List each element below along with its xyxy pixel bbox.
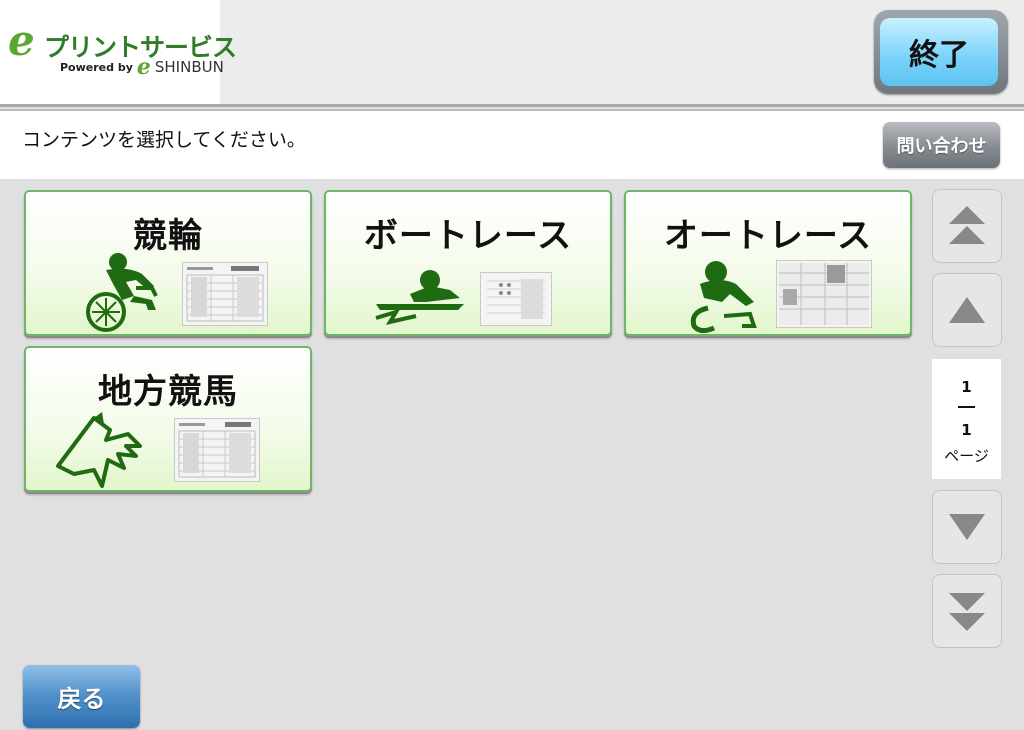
shinbun-text: SHINBUN: [154, 58, 224, 76]
last-page-button[interactable]: [932, 574, 1002, 648]
boat-racer-icon: [375, 270, 464, 326]
tile-label: 競輪: [133, 216, 203, 256]
header: e プリントサービス Powered by e SHINBUN 終了: [0, 0, 1024, 104]
triangle-down-icon: [949, 514, 985, 540]
tile-label: オートレース: [663, 216, 873, 256]
cyclist-icon: [86, 253, 158, 332]
tile-label: ボートレース: [363, 216, 573, 256]
logo-e-mark: e: [8, 16, 35, 65]
triangle-up-icon: [949, 297, 985, 323]
page-fraction-bar: [958, 406, 975, 408]
content-tile-auto-race[interactable]: オートレース: [624, 190, 912, 336]
content-tile-keirin[interactable]: 競輪: [24, 190, 312, 336]
content-tile-local-horse-race[interactable]: 地方競馬: [24, 346, 312, 492]
logo-powered-by: Powered by e SHINBUN: [60, 54, 224, 80]
newspaper-thumbnail: [480, 272, 552, 326]
exit-button-label: 終了: [880, 18, 998, 86]
double-chevron-down-icon: [949, 593, 985, 631]
tile-label: 地方競馬: [98, 372, 238, 412]
content-tile-boat-race[interactable]: ボートレース: [324, 190, 612, 336]
page-indicator: 1 1 ページ: [932, 359, 1001, 479]
horse-head-icon: [56, 412, 142, 488]
header-divider: [0, 104, 1024, 107]
first-page-button[interactable]: [932, 189, 1002, 263]
exit-button[interactable]: 終了: [874, 10, 1008, 94]
shinbun-e-mark: e: [136, 54, 151, 80]
newspaper-thumbnail: [776, 260, 872, 328]
inquiry-button[interactable]: 問い合わせ: [883, 122, 1000, 168]
previous-page-button[interactable]: [932, 273, 1002, 347]
newspaper-thumbnail: [174, 418, 260, 482]
powered-by-text: Powered by: [60, 60, 133, 74]
newspaper-thumbnail: [182, 262, 268, 326]
total-pages: 1: [961, 421, 972, 439]
back-button[interactable]: 戻る: [23, 665, 140, 728]
current-page: 1: [961, 378, 972, 396]
eprint-logo: e プリントサービス Powered by e SHINBUN: [0, 0, 237, 104]
instruction-bar: コンテンツを選択してください。 問い合わせ: [0, 111, 1024, 179]
page-unit-label: ページ: [944, 447, 989, 465]
next-page-button[interactable]: [932, 490, 1002, 564]
double-chevron-up-icon: [949, 206, 985, 244]
motorcycle-racer-icon: [690, 261, 757, 334]
instruction-text: コンテンツを選択してください。: [22, 129, 306, 151]
